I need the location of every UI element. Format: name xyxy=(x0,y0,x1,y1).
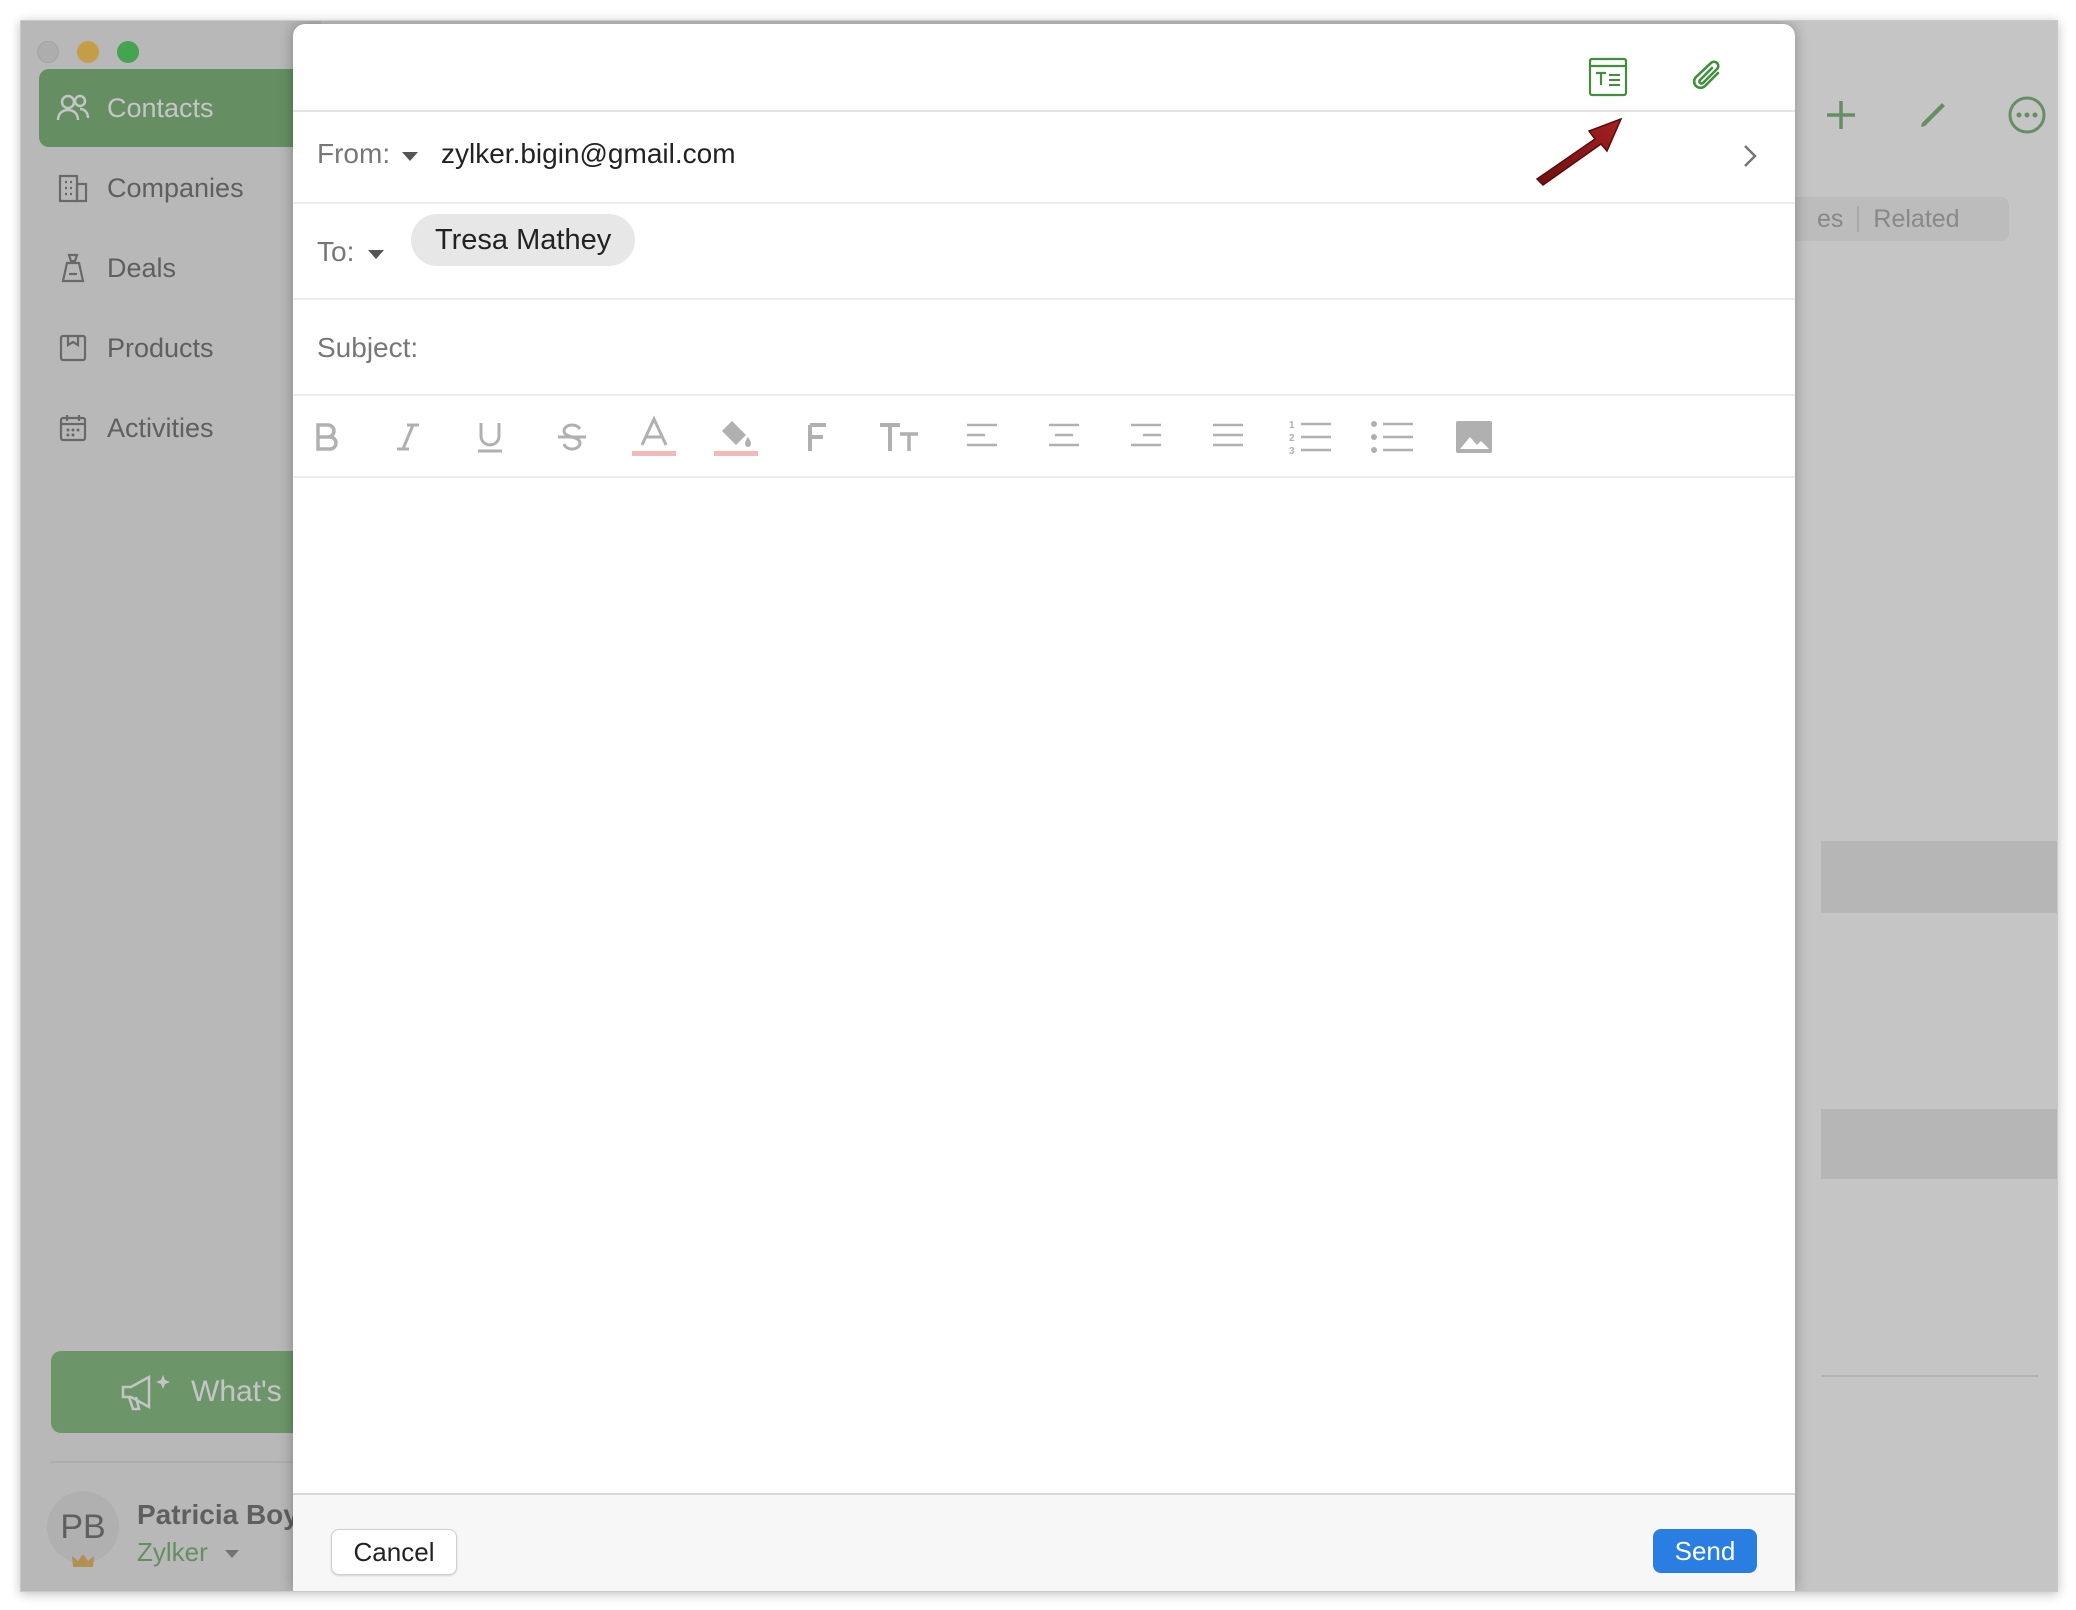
italic-icon[interactable] xyxy=(383,412,433,462)
template-icon[interactable] xyxy=(1583,52,1633,102)
to-label: To: xyxy=(317,236,355,267)
justify-icon[interactable] xyxy=(1203,412,1253,462)
underline-icon[interactable] xyxy=(465,412,515,462)
from-label: From: xyxy=(317,138,391,169)
annotation-arrow-icon xyxy=(1529,109,1639,189)
bulleted-list-icon[interactable] xyxy=(1367,412,1417,462)
insert-image-icon[interactable] xyxy=(1449,412,1499,462)
font-color-icon[interactable] xyxy=(629,412,679,462)
font-size-icon[interactable] xyxy=(875,412,925,462)
svg-text:3: 3 xyxy=(1289,446,1295,457)
subject-label: Subject: xyxy=(317,332,419,363)
numbered-list-icon[interactable]: 1 2 3 xyxy=(1285,412,1335,462)
app-window: Contacts Companies Deals Products Activi… xyxy=(20,20,2058,1592)
align-right-icon[interactable] xyxy=(1121,412,1171,462)
align-center-icon[interactable] xyxy=(1039,412,1089,462)
email-body-editor[interactable] xyxy=(293,478,1795,1493)
compose-header xyxy=(293,24,1795,112)
paperclip-icon[interactable] xyxy=(1683,52,1733,102)
cancel-button[interactable]: Cancel xyxy=(331,1529,457,1575)
send-button[interactable]: Send xyxy=(1653,1529,1757,1573)
to-row: To: Tresa Mathey xyxy=(293,204,1795,300)
subject-input[interactable] xyxy=(433,322,1737,372)
compose-email-dialog: From: zylker.bigin@gmail.com To: Tresa M… xyxy=(293,24,1795,1591)
from-dropdown-icon[interactable] xyxy=(402,152,418,161)
compose-footer: Cancel Send xyxy=(293,1493,1795,1591)
subject-row: Subject: xyxy=(293,300,1795,396)
recipient-chip[interactable]: Tresa Mathey xyxy=(411,214,636,266)
align-left-icon[interactable] xyxy=(957,412,1007,462)
to-dropdown-icon[interactable] xyxy=(368,250,384,259)
font-family-icon[interactable] xyxy=(793,412,843,462)
bold-icon[interactable] xyxy=(301,412,351,462)
paint-bucket-icon[interactable] xyxy=(711,412,761,462)
svg-text:2: 2 xyxy=(1289,433,1295,444)
chevron-right-icon[interactable] xyxy=(1735,141,1765,171)
from-address[interactable]: zylker.bigin@gmail.com xyxy=(441,138,736,170)
strikethrough-icon[interactable] xyxy=(547,412,597,462)
svg-text:1: 1 xyxy=(1289,420,1295,431)
formatting-toolbar: 1 2 3 xyxy=(293,396,1795,478)
